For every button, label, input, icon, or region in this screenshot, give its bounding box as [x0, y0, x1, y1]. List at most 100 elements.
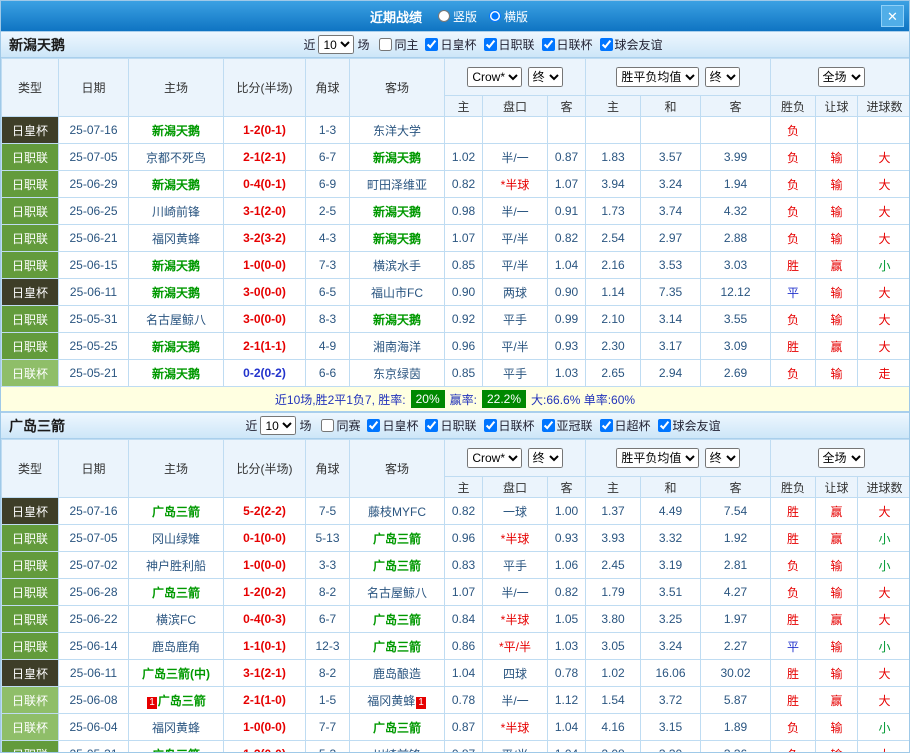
result-handicap-cell: 赢	[815, 497, 859, 525]
euro-time-select[interactable]: 终	[704, 67, 740, 87]
filter-checkbox[interactable]	[321, 418, 335, 432]
filter-checkbox[interactable]	[541, 37, 555, 51]
away-team-cell: 广岛三箭	[349, 551, 445, 579]
corners-cell: 6-7	[305, 143, 350, 171]
filter-label: 亚冠联	[556, 418, 593, 433]
score-cell: 3-2(3-2)	[223, 224, 306, 252]
summary-extra: 大:66.6% 单率:60%	[531, 392, 636, 407]
asian-away-odds-cell: 0.99	[547, 305, 586, 333]
euro-home-odds-cell: 1.79	[585, 578, 641, 606]
date-cell: 25-07-05	[58, 524, 129, 552]
team-name-text: 横滨水手	[372, 258, 421, 273]
filter-label: 日超杯	[614, 418, 651, 433]
away-team-cell: 新潟天鹅	[349, 305, 445, 333]
filter-checkbox[interactable]	[367, 418, 381, 432]
euro-avg-select[interactable]: 胜平负均值	[616, 448, 700, 468]
bookmaker-select[interactable]: Crow*	[467, 448, 523, 468]
filter-checkbox[interactable]	[379, 37, 393, 51]
odds-time-select[interactable]: 终	[527, 448, 563, 468]
home-team-cell: 广岛三箭(中)	[128, 659, 224, 687]
home-team-cell: 广岛三箭	[128, 497, 224, 525]
euro-draw-odds-cell: 2.97	[640, 224, 701, 252]
asian-home-odds-cell	[444, 116, 483, 144]
home-team-cell: 新潟天鹅	[128, 251, 224, 279]
league-filter[interactable]: 日职联	[483, 36, 535, 53]
euro-time-select[interactable]: 终	[704, 448, 740, 468]
filter-checkbox[interactable]	[483, 418, 497, 432]
match-count-select[interactable]: 10	[260, 416, 297, 435]
league-filter[interactable]: 日联杯	[483, 417, 535, 434]
team-name-text: 新潟天鹅	[372, 231, 421, 246]
score-cell: 0-4(0-1)	[223, 170, 306, 198]
filter-checkbox[interactable]	[599, 37, 613, 51]
team-name-text: 神户胜利船	[145, 558, 206, 573]
corners-cell: 6-6	[305, 359, 350, 387]
match-count-select[interactable]: 10	[318, 35, 355, 54]
euro-draw-odds-cell: 3.17	[640, 332, 701, 360]
asian-home-odds-cell: 0.87	[444, 713, 483, 741]
league-filter[interactable]: 球会友谊	[599, 36, 663, 53]
euro-draw-odds-cell: 3.74	[640, 197, 701, 225]
match-row: 日职联 25-07-02 神户胜利船 1-0(0-0) 3-3 广岛三箭 0.83 平手 1.0…	[1, 551, 909, 579]
filter-checkbox[interactable]	[483, 37, 497, 51]
handicap-cell: 半/一	[482, 578, 548, 606]
league-filter[interactable]: 同赛	[321, 417, 360, 434]
result-wdl-cell: 胜	[770, 251, 817, 279]
layout-horizontal-option[interactable]: 横版	[489, 8, 528, 25]
horizontal-layout-radio[interactable]	[489, 10, 501, 22]
bookmaker-select[interactable]: Crow*	[467, 67, 523, 87]
league-filter[interactable]: 日超杯	[599, 417, 651, 434]
asian-away-odds-cell: 0.78	[547, 659, 586, 687]
summary-record: 近10场,胜2平1负7, 胜率:	[274, 392, 406, 407]
league-filter[interactable]: 日联杯	[541, 36, 593, 53]
result-handicap-cell: 赢	[815, 686, 859, 714]
match-row: 日皇杯 25-06-11 新潟天鹅 3-0(0-0) 6-5 福山市FC 0.90 两球 0.9…	[1, 278, 909, 306]
team-name-text: 广岛三箭	[372, 639, 421, 654]
team-name-text: 广岛三箭	[372, 720, 421, 735]
close-button[interactable]: ✕	[881, 5, 904, 27]
euro-avg-select[interactable]: 胜平负均值	[616, 67, 700, 87]
scope-select[interactable]: 全场	[817, 67, 865, 87]
vertical-layout-radio[interactable]	[437, 10, 450, 22]
result-wdl-cell: 胜	[770, 332, 817, 360]
asian-odds-group: Crow* 终	[444, 58, 586, 96]
league-filter[interactable]: 日职联	[425, 417, 477, 434]
col-score: 比分(半场)	[223, 58, 306, 117]
col-asian-away: 客	[547, 476, 586, 498]
filter-checkbox[interactable]	[425, 37, 439, 51]
team-name-text: 广岛三箭	[372, 612, 421, 627]
filter-checkbox[interactable]	[657, 418, 671, 432]
away-team-cell: 新潟天鹅	[349, 224, 445, 252]
league-filter[interactable]: 亚冠联	[541, 417, 593, 434]
league-filter[interactable]: 日皇杯	[425, 36, 477, 53]
filter-checkbox[interactable]	[599, 418, 613, 432]
league-filter[interactable]: 同主	[379, 36, 418, 53]
filter-checkbox[interactable]	[541, 418, 555, 432]
home-team-cell: 神户胜利船	[128, 551, 224, 579]
col-handicap: 盘口	[482, 476, 548, 498]
result-goals-cell: 大	[857, 740, 909, 752]
league-filter[interactable]: 球会友谊	[657, 417, 721, 434]
euro-home-odds-cell: 1.73	[585, 197, 641, 225]
corners-cell: 8-3	[305, 305, 350, 333]
team-name-text: 新潟天鹅	[151, 339, 200, 354]
odds-time-select[interactable]: 终	[527, 67, 563, 87]
home-team-cell: 新潟天鹅	[128, 116, 224, 144]
result-goals-cell: 小	[857, 713, 909, 741]
corners-cell: 8-2	[305, 659, 350, 687]
scope-select[interactable]: 全场	[817, 448, 865, 468]
result-wdl-cell: 胜	[770, 659, 817, 687]
filter-label: 同赛	[336, 418, 361, 433]
asian-away-odds-cell: 1.06	[547, 551, 586, 579]
col-home: 主场	[128, 58, 224, 117]
score-cell: 1-2(0-0)	[223, 740, 306, 752]
result-handicap-cell: 输	[815, 305, 859, 333]
red-card-badge: 1	[416, 696, 426, 709]
result-handicap-cell: 输	[815, 143, 859, 171]
league-filter[interactable]: 日皇杯	[367, 417, 418, 434]
filter-checkbox[interactable]	[425, 418, 439, 432]
team-name-text: 广岛三箭	[157, 693, 206, 708]
euro-away-odds-cell: 12.12	[699, 278, 772, 306]
layout-vertical-option[interactable]: 竖版	[437, 8, 477, 25]
team-name-text: 广岛三箭	[372, 531, 421, 546]
